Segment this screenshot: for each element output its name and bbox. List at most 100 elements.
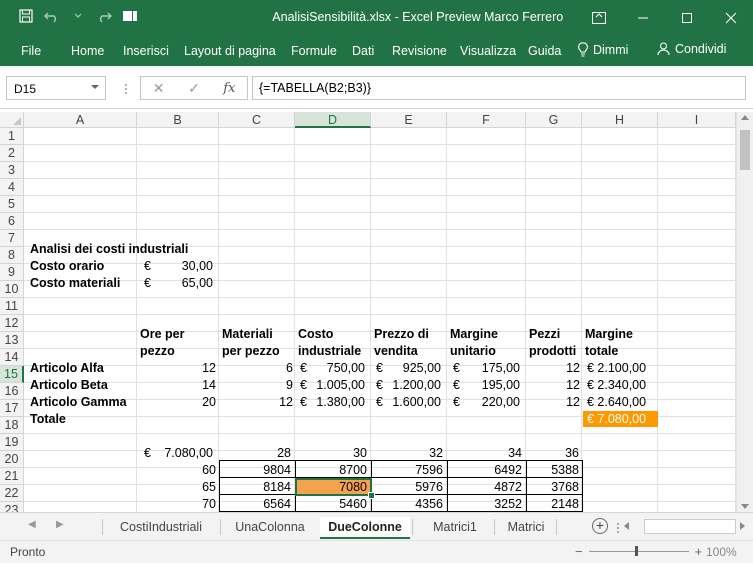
cell-a1[interactable]: Analisi dei costi industriali bbox=[30, 241, 188, 257]
cell-c9[interactable]: 9 bbox=[222, 377, 293, 393]
zoom-level[interactable]: 100% bbox=[706, 545, 737, 559]
cell-h11[interactable]: € 7.080,00 bbox=[587, 411, 646, 427]
menu-guida[interactable]: Guida bbox=[528, 44, 561, 58]
sheet-tab-matrici1[interactable]: Matrici1 bbox=[418, 517, 492, 537]
row-header-4[interactable]: 4 bbox=[0, 179, 24, 196]
cancel-icon[interactable]: ✕ bbox=[141, 80, 176, 97]
cell-a8[interactable]: Articolo Alfa bbox=[30, 360, 104, 376]
cell-g10[interactable]: 12 bbox=[527, 394, 580, 410]
undo-icon[interactable] bbox=[44, 8, 60, 24]
data-table-col-input[interactable]: 28 bbox=[219, 445, 291, 461]
insert-function-icon[interactable]: fx bbox=[212, 81, 247, 96]
cell-g7[interactable]: prodotti bbox=[529, 343, 576, 359]
row-header-12[interactable]: 12 bbox=[0, 315, 24, 332]
cell-h9[interactable]: € 2.340,00 bbox=[587, 377, 646, 393]
sheet-tab-costiindustriali[interactable]: CostiIndustriali bbox=[104, 517, 218, 537]
data-table-cell[interactable]: 6492 bbox=[447, 462, 522, 478]
row-header-6[interactable]: 6 bbox=[0, 213, 24, 230]
row-header-3[interactable]: 3 bbox=[0, 162, 24, 179]
data-table-cell[interactable]: 8700 bbox=[295, 462, 367, 478]
worksheet-grid[interactable]: ABCDEFGHI 1 2 3 4 5 6 7 8 9 10 11 12 13 14 15 16 17 18 19 2… bbox=[0, 112, 736, 512]
share-button[interactable]: Condividi bbox=[657, 42, 726, 56]
name-box[interactable]: D15 bbox=[6, 76, 106, 100]
data-table-row-input[interactable]: 65 bbox=[140, 479, 216, 495]
cell-b9[interactable]: 14 bbox=[140, 377, 216, 393]
row-header-13[interactable]: 13 bbox=[0, 332, 24, 349]
vertical-scrollbar[interactable] bbox=[736, 112, 753, 512]
cell-g9[interactable]: 12 bbox=[527, 377, 580, 393]
column-header-g[interactable]: G bbox=[526, 112, 582, 128]
row-header-8[interactable]: 8 bbox=[0, 247, 24, 264]
cell-e7[interactable]: vendita bbox=[374, 343, 418, 359]
cell-b13[interactable]: 7.080,00 bbox=[140, 445, 213, 461]
sheet-tab-duecolonne[interactable]: DueColonne bbox=[320, 517, 410, 539]
scroll-up-icon[interactable] bbox=[741, 115, 749, 120]
cell-c8[interactable]: 6 bbox=[222, 360, 293, 376]
undo-dropdown-icon[interactable] bbox=[70, 8, 86, 24]
column-header-i[interactable]: I bbox=[658, 112, 736, 128]
close-icon[interactable] bbox=[709, 0, 753, 36]
zoom-in-icon[interactable]: + bbox=[695, 544, 703, 559]
zoom-track[interactable] bbox=[588, 546, 689, 556]
row-header-11[interactable]: 11 bbox=[0, 298, 24, 315]
row-header-23[interactable]: 23 bbox=[0, 502, 24, 512]
data-table-col-input[interactable]: 32 bbox=[371, 445, 443, 461]
column-header-d[interactable]: D bbox=[295, 112, 371, 128]
cell-h8[interactable]: € 2.100,00 bbox=[587, 360, 646, 376]
cell-b3[interactable]: 65,00 bbox=[140, 275, 213, 291]
cell-h6[interactable]: Margine bbox=[585, 326, 633, 342]
data-table-cell[interactable]: 3768 bbox=[526, 479, 579, 495]
cell-d10[interactable]: 1.380,00 bbox=[296, 394, 365, 410]
cell-c6[interactable]: Materiali bbox=[222, 326, 273, 342]
data-table-col-input[interactable]: 34 bbox=[447, 445, 522, 461]
redo-icon[interactable] bbox=[96, 8, 112, 24]
cell-d8[interactable]: 750,00 bbox=[296, 360, 365, 376]
data-table-cell[interactable]: 3252 bbox=[447, 496, 522, 512]
horizontal-scrollbar[interactable] bbox=[644, 519, 736, 534]
next-sheet-icon[interactable]: ▶ bbox=[56, 519, 64, 530]
menu-revisione[interactable]: Revisione bbox=[392, 44, 447, 58]
data-table-cell[interactable]: 7596 bbox=[371, 462, 443, 478]
column-header-e[interactable]: E bbox=[371, 112, 447, 128]
scroll-right-icon[interactable] bbox=[740, 522, 745, 530]
zoom-out-icon[interactable]: − bbox=[575, 544, 583, 559]
column-header-a[interactable]: A bbox=[24, 112, 137, 128]
cell-e6[interactable]: Prezzo di bbox=[374, 326, 429, 342]
column-header-b[interactable]: B bbox=[137, 112, 219, 128]
row-header-10[interactable]: 10 bbox=[0, 281, 24, 298]
ribbon-display-icon[interactable] bbox=[577, 0, 621, 36]
save-icon[interactable] bbox=[18, 8, 34, 24]
data-table-cell[interactable]: 8184 bbox=[219, 479, 291, 495]
menu-formule[interactable]: Formule bbox=[291, 44, 337, 58]
cell-g8[interactable]: 12 bbox=[527, 360, 580, 376]
cell-h10[interactable]: € 2.640,00 bbox=[587, 394, 646, 410]
data-table-row-input[interactable]: 70 bbox=[140, 496, 216, 512]
cell-e10[interactable]: 1.600,00 bbox=[372, 394, 441, 410]
fill-handle[interactable] bbox=[368, 492, 375, 499]
scroll-left-icon[interactable] bbox=[624, 522, 629, 530]
menu-home[interactable]: Home bbox=[71, 44, 104, 58]
data-table-col-input[interactable]: 36 bbox=[526, 445, 579, 461]
column-header-h[interactable]: H bbox=[582, 112, 658, 128]
minimize-icon[interactable] bbox=[621, 0, 665, 36]
cell-b8[interactable]: 12 bbox=[140, 360, 216, 376]
tell-me-box[interactable]: Dimmi bbox=[578, 42, 628, 57]
cell-b7[interactable]: pezzo bbox=[140, 343, 175, 359]
prev-sheet-icon[interactable]: ◀ bbox=[28, 519, 36, 530]
cell-d7[interactable]: industriale bbox=[298, 343, 361, 359]
data-table-cell[interactable]: 5976 bbox=[371, 479, 443, 495]
row-header-9[interactable]: 9 bbox=[0, 264, 24, 281]
row-header-21[interactable]: 21 bbox=[0, 468, 24, 485]
sheet-tab-matrici[interactable]: Matrici bbox=[498, 517, 554, 537]
data-table-cell[interactable]: 4356 bbox=[371, 496, 443, 512]
cell-f6[interactable]: Margine bbox=[450, 326, 498, 342]
quick-access-icon[interactable] bbox=[122, 8, 138, 24]
cell-f8[interactable]: 175,00 bbox=[448, 360, 520, 376]
data-table-cell[interactable]: 5460 bbox=[295, 496, 367, 512]
enter-icon[interactable]: ✓ bbox=[176, 80, 211, 97]
column-header-c[interactable]: C bbox=[219, 112, 295, 128]
column-header-f[interactable]: F bbox=[447, 112, 526, 128]
cell-f7[interactable]: unitario bbox=[450, 343, 496, 359]
tab-splitter-icon[interactable] bbox=[616, 521, 620, 539]
maximize-icon[interactable] bbox=[665, 0, 709, 36]
